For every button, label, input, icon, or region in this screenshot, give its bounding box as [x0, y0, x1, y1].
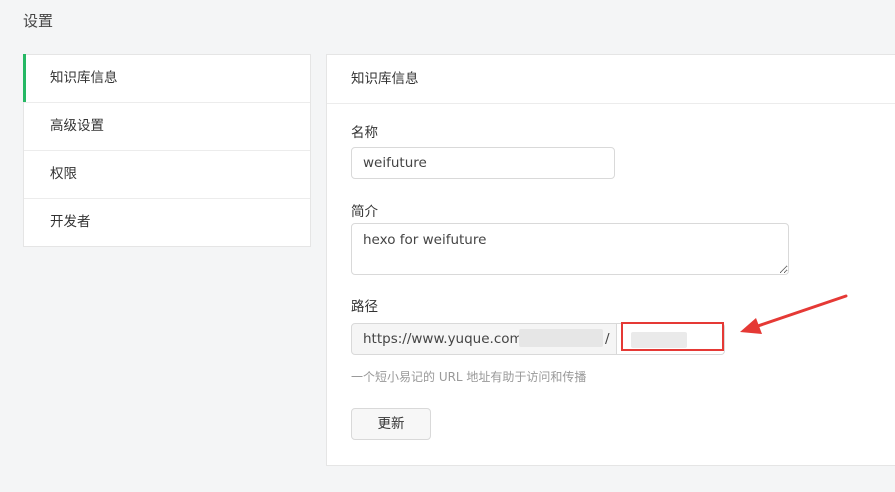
- annotation-highlight-box: [621, 322, 724, 351]
- name-input[interactable]: [351, 147, 615, 179]
- annotation-arrow-icon: [740, 294, 848, 334]
- repo-info-panel: 知识库信息 名称 简介 hexo for weifuture 路径 https:…: [326, 54, 895, 466]
- sidebar-item-label: 权限: [50, 166, 77, 182]
- sidebar-item-developer[interactable]: 开发者: [24, 199, 310, 246]
- sidebar-item-advanced[interactable]: 高级设置: [24, 103, 310, 151]
- name-label: 名称: [351, 125, 378, 141]
- sidebar-item-label: 高级设置: [50, 118, 104, 134]
- settings-sidebar: 知识库信息 高级设置 权限 开发者: [23, 54, 311, 247]
- path-label: 路径: [351, 299, 378, 315]
- path-separator: /: [605, 331, 610, 347]
- path-hint: 一个短小易记的 URL 地址有助于访问和传播: [351, 370, 587, 384]
- sidebar-item-permissions[interactable]: 权限: [24, 151, 310, 199]
- sidebar-item-label: 知识库信息: [50, 70, 118, 86]
- intro-textarea[interactable]: hexo for weifuture: [351, 223, 789, 275]
- path-prefix-text: https://www.yuque.com/: [363, 331, 528, 347]
- redacted-namespace: [519, 329, 603, 347]
- panel-title: 知识库信息: [327, 55, 895, 104]
- sidebar-item-repo-info[interactable]: 知识库信息: [23, 54, 310, 103]
- intro-label: 简介: [351, 204, 378, 220]
- update-button[interactable]: 更新: [351, 408, 431, 440]
- page-title: 设置: [23, 12, 54, 30]
- sidebar-item-label: 开发者: [50, 214, 91, 230]
